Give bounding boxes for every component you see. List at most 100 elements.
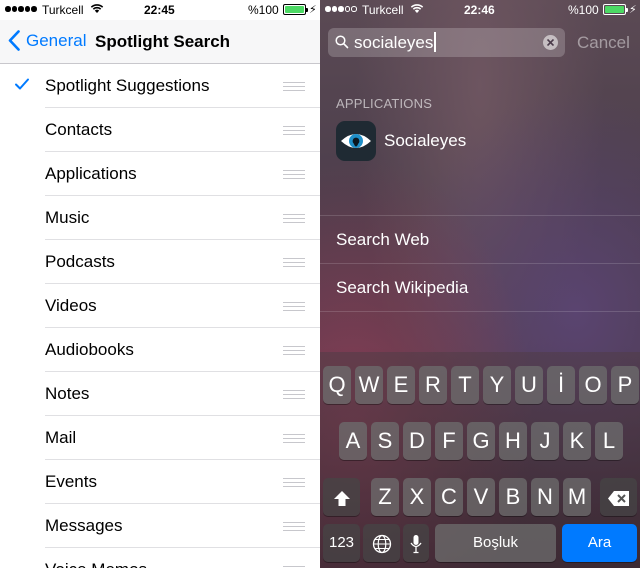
category-row[interactable]: Voice Memos <box>0 548 320 568</box>
reorder-handle-icon[interactable] <box>283 434 305 446</box>
chevron-left-icon <box>8 30 20 51</box>
category-label: Mail <box>45 428 77 447</box>
text-cursor <box>434 32 437 52</box>
key-g[interactable]: G <box>467 422 495 460</box>
dictation-key[interactable] <box>403 524 429 562</box>
key-m[interactable]: M <box>563 478 591 516</box>
category-row[interactable]: Notes <box>0 372 320 416</box>
category-row[interactable]: Audiobooks <box>0 328 320 372</box>
status-bar: Turkcell 22:45 %100 ⚡ <box>0 0 320 20</box>
reorder-handle-icon[interactable] <box>283 82 305 94</box>
reorder-handle-icon[interactable] <box>283 170 305 182</box>
category-label: Music <box>45 208 90 227</box>
category-label: Videos <box>45 296 97 315</box>
search-web-button[interactable]: Search Web <box>320 216 640 263</box>
clock: 22:46 <box>464 3 495 17</box>
clear-search-button[interactable] <box>543 35 558 50</box>
key-j[interactable]: J <box>531 422 559 460</box>
settings-screen: Turkcell 22:45 %100 ⚡ General Spotlight … <box>0 0 320 568</box>
signal-icon <box>5 6 37 12</box>
key-e[interactable]: E <box>387 366 415 404</box>
reorder-handle-icon[interactable] <box>283 390 305 402</box>
category-row[interactable]: Spotlight Suggestions <box>0 64 320 108</box>
battery-percent: %100 <box>248 3 279 17</box>
key-r[interactable]: R <box>419 366 447 404</box>
search-icon <box>335 35 349 49</box>
reorder-handle-icon[interactable] <box>283 522 305 534</box>
delete-key[interactable] <box>600 478 637 516</box>
search-wikipedia-label: Search Wikipedia <box>336 278 469 297</box>
key-b[interactable]: B <box>499 478 527 516</box>
back-button[interactable]: General <box>8 30 86 51</box>
carrier-name: Turkcell <box>42 3 84 17</box>
back-label: General <box>26 30 87 50</box>
navigation-bar: General Spotlight Search <box>0 20 320 64</box>
clock: 22:45 <box>144 3 175 17</box>
spotlight-screen: Turkcell 22:46 %100 ⚡ socialeyes Cancel … <box>320 0 640 568</box>
key-n[interactable]: N <box>531 478 559 516</box>
microphone-icon <box>410 535 422 554</box>
key-c[interactable]: C <box>435 478 463 516</box>
key-x[interactable]: X <box>403 478 431 516</box>
reorder-handle-icon[interactable] <box>283 126 305 138</box>
divider <box>320 311 640 312</box>
battery-percent: %100 <box>568 3 599 17</box>
reorder-handle-icon[interactable] <box>283 302 305 314</box>
clear-icon <box>547 39 554 46</box>
search-wikipedia-button[interactable]: Search Wikipedia <box>320 264 640 311</box>
search-field[interactable]: socialeyes <box>328 28 565 57</box>
key-f[interactable]: F <box>435 422 463 460</box>
numbers-key[interactable]: 123 <box>323 524 360 562</box>
signal-icon <box>325 6 357 12</box>
key-t[interactable]: T <box>451 366 479 404</box>
shift-key[interactable] <box>323 478 360 516</box>
key-v[interactable]: V <box>467 478 495 516</box>
category-row[interactable]: Messages <box>0 504 320 548</box>
key-z[interactable]: Z <box>371 478 399 516</box>
section-header-applications: APPLICATIONS <box>336 96 433 111</box>
category-row[interactable]: Mail <box>0 416 320 460</box>
reorder-handle-icon[interactable] <box>283 214 305 226</box>
reorder-handle-icon[interactable] <box>283 346 305 358</box>
key-k[interactable]: K <box>563 422 591 460</box>
cancel-button[interactable]: Cancel <box>577 33 630 53</box>
key-a[interactable]: A <box>339 422 367 460</box>
category-row[interactable]: Videos <box>0 284 320 328</box>
category-label: Events <box>45 472 97 491</box>
charging-icon: ⚡ <box>309 4 317 16</box>
globe-icon <box>372 535 391 554</box>
category-row[interactable]: Contacts <box>0 108 320 152</box>
spotlight-categories-list: Spotlight Suggestions Contacts Application… <box>0 64 320 568</box>
page-title: Spotlight Search <box>95 32 231 51</box>
backspace-icon <box>608 490 629 506</box>
search-query[interactable]: socialeyes <box>354 33 433 52</box>
category-row[interactable]: Music <box>0 196 320 240</box>
wifi-icon <box>90 4 104 13</box>
search-web-label: Search Web <box>336 230 430 249</box>
key-u[interactable]: U <box>515 366 543 404</box>
reorder-handle-icon[interactable] <box>283 258 305 270</box>
category-row[interactable]: Applications <box>0 152 320 196</box>
key-d[interactable]: D <box>403 422 431 460</box>
category-label: Podcasts <box>45 252 115 271</box>
key-o[interactable]: O <box>579 366 607 404</box>
space-key[interactable]: Boşluk <box>435 524 556 562</box>
reorder-handle-icon[interactable] <box>283 478 305 490</box>
category-row[interactable]: Events <box>0 460 320 504</box>
category-row[interactable]: Podcasts <box>0 240 320 284</box>
search-go-key[interactable]: Ara <box>562 524 637 562</box>
key-s[interactable]: S <box>371 422 399 460</box>
category-label: Contacts <box>45 120 113 139</box>
key-i̇[interactable]: İ <box>547 366 575 404</box>
key-p[interactable]: P <box>611 366 639 404</box>
key-q[interactable]: Q <box>323 366 351 404</box>
key-h[interactable]: H <box>499 422 527 460</box>
carrier-name: Turkcell <box>362 3 404 17</box>
key-w[interactable]: W <box>355 366 383 404</box>
key-l[interactable]: L <box>595 422 623 460</box>
key-y[interactable]: Y <box>483 366 511 404</box>
globe-key[interactable] <box>363 524 400 562</box>
app-result-socialeyes[interactable]: Socialeyes <box>320 117 640 165</box>
app-result-label: Socialeyes <box>384 131 467 150</box>
category-label: Spotlight Suggestions <box>45 76 210 95</box>
